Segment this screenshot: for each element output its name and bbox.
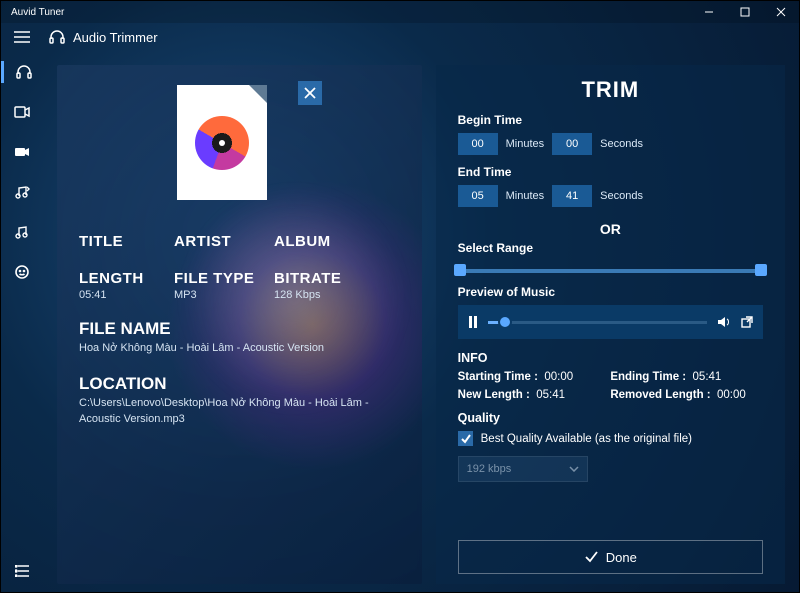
playback-thumb[interactable]	[498, 315, 512, 329]
preview-label: Preview of Music	[458, 285, 763, 299]
volume-icon[interactable]	[717, 316, 731, 328]
trim-title: TRIM	[458, 77, 763, 103]
label-artist: ARTIST	[174, 233, 274, 250]
sidebar	[1, 51, 43, 592]
range-thumb-end[interactable]	[755, 264, 767, 276]
sidebar-item-camera[interactable]	[1, 141, 43, 163]
minimize-button[interactable]	[691, 1, 727, 23]
bitrate-select-value: 192 kbps	[467, 463, 512, 475]
sidebar-item-video[interactable]	[1, 101, 43, 123]
info-end-label: Ending Time :	[610, 371, 686, 383]
range-thumb-start[interactable]	[454, 264, 466, 276]
sidebar-item-music-tag[interactable]	[1, 221, 43, 243]
maximize-button[interactable]	[727, 1, 763, 23]
music-file-icon	[195, 116, 249, 170]
info-rem-label: Removed Length :	[610, 389, 710, 401]
app-title: Auvid Tuner	[11, 7, 64, 18]
bitrate-select[interactable]: 192 kbps	[458, 456, 588, 482]
end-seconds-input[interactable]	[552, 185, 592, 207]
end-minutes-input[interactable]	[458, 185, 498, 207]
minutes-unit: Minutes	[506, 138, 545, 150]
or-divider: OR	[458, 221, 763, 237]
sidebar-item-audio[interactable]	[1, 61, 43, 83]
begin-time-label: Begin Time	[458, 113, 763, 127]
done-button[interactable]: Done	[458, 540, 763, 574]
label-location: LOCATION	[79, 374, 400, 394]
begin-minutes-input[interactable]	[458, 133, 498, 155]
info-grid: Starting Time : 00:00 Ending Time : 05:4…	[458, 371, 763, 401]
info-start-val: 00:00	[544, 371, 573, 383]
section-title: Audio Trimmer	[73, 30, 158, 45]
audio-player	[458, 305, 763, 339]
label-bitrate: BITRATE	[274, 270, 369, 287]
value-bitrate: 128 Kbps	[274, 289, 369, 301]
file-info-panel: TITLE ARTIST ALBUM LENGTH 05:41 FILE TYP…	[57, 65, 422, 584]
select-range-label: Select Range	[458, 241, 763, 255]
titlebar: Auvid Tuner	[1, 1, 799, 23]
seconds-unit-2: Seconds	[600, 190, 643, 202]
sidebar-item-feedback[interactable]	[1, 261, 43, 283]
label-title: TITLE	[79, 233, 174, 250]
info-end-val: 05:41	[693, 371, 722, 383]
label-album: ALBUM	[274, 233, 369, 250]
best-quality-label: Best Quality Available (as the original …	[481, 433, 692, 445]
done-label: Done	[606, 550, 637, 565]
label-filetype: FILE TYPE	[174, 270, 274, 287]
info-new-label: New Length :	[458, 389, 530, 401]
file-thumbnail	[177, 85, 267, 200]
range-slider[interactable]	[458, 269, 763, 273]
close-window-button[interactable]	[763, 1, 799, 23]
info-rem-val: 00:00	[717, 389, 746, 401]
seconds-unit: Seconds	[600, 138, 643, 150]
check-icon	[584, 551, 598, 563]
info-start-label: Starting Time :	[458, 371, 538, 383]
close-file-button[interactable]	[298, 81, 322, 105]
begin-seconds-input[interactable]	[552, 133, 592, 155]
info-header: INFO	[458, 351, 763, 365]
best-quality-checkbox[interactable]	[458, 431, 473, 446]
trim-panel: TRIM Begin Time Minutes Seconds End Time…	[436, 65, 785, 584]
minutes-unit-2: Minutes	[506, 190, 545, 202]
value-filename: Hoa Nở Không Màu - Hoài Lâm - Acoustic V…	[79, 341, 399, 356]
quality-header: Quality	[458, 411, 763, 425]
popout-icon[interactable]	[741, 316, 753, 328]
headphones-icon	[49, 29, 65, 45]
header: Audio Trimmer	[1, 23, 799, 51]
chevron-down-icon	[569, 466, 579, 472]
label-filename: FILE NAME	[79, 319, 400, 339]
end-time-label: End Time	[458, 165, 763, 179]
playback-track[interactable]	[488, 321, 707, 324]
info-new-val: 05:41	[536, 389, 565, 401]
value-length: 05:41	[79, 289, 174, 301]
sidebar-item-music-convert[interactable]	[1, 181, 43, 203]
pause-button[interactable]	[468, 316, 478, 328]
value-location: C:\Users\Lenovo\Desktop\Hoa Nở Không Màu…	[79, 396, 399, 427]
menu-button[interactable]	[7, 31, 37, 43]
sidebar-item-list[interactable]	[1, 560, 43, 582]
label-length: LENGTH	[79, 270, 174, 287]
value-filetype: MP3	[174, 289, 274, 301]
